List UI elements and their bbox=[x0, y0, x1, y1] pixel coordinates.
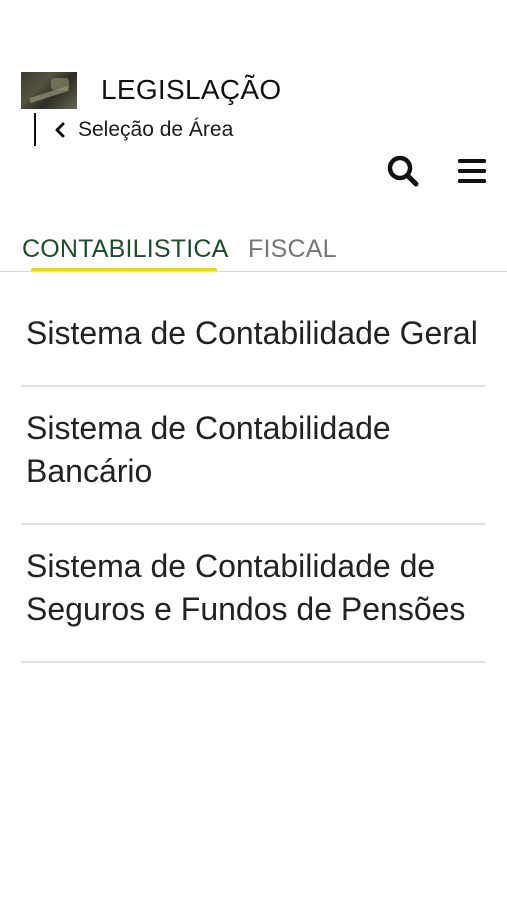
hamburger-menu-icon[interactable] bbox=[456, 157, 488, 185]
list-item-label: Sistema de Contabilidade Bancário bbox=[26, 410, 391, 489]
back-label: Seleção de Área bbox=[78, 117, 234, 141]
tab-fiscal[interactable]: FISCAL bbox=[248, 235, 337, 264]
list-item-contabilidade-seguros[interactable]: Sistema de Contabilidade de Seguros e Fu… bbox=[21, 525, 486, 663]
tab-contabilistica[interactable]: CONTABILISTICA bbox=[22, 235, 229, 264]
app-logo bbox=[21, 72, 77, 109]
area-selection-back[interactable]: Seleção de Área bbox=[34, 113, 233, 146]
logo-stripe bbox=[29, 85, 69, 104]
list-item-label: Sistema de Contabilidade Geral bbox=[26, 315, 478, 351]
back-divider bbox=[34, 113, 36, 146]
search-icon[interactable] bbox=[386, 154, 420, 188]
chevron-left-icon bbox=[50, 120, 70, 140]
list-item-contabilidade-bancario[interactable]: Sistema de Contabilidade Bancário bbox=[21, 387, 486, 525]
tab-bar: CONTABILISTICA FISCAL bbox=[0, 235, 507, 273]
list-item-contabilidade-geral[interactable]: Sistema de Contabilidade Geral bbox=[21, 292, 486, 387]
tabs-divider bbox=[0, 271, 507, 272]
list-item-label: Sistema de Contabilidade de Seguros e Fu… bbox=[26, 548, 466, 627]
legislation-list: Sistema de Contabilidade Geral Sistema d… bbox=[0, 292, 507, 663]
app-screen: LEGISLAÇÃO Seleção de Área CONTABILISTIC… bbox=[0, 0, 507, 900]
page-title: LEGISLAÇÃO bbox=[101, 74, 282, 105]
